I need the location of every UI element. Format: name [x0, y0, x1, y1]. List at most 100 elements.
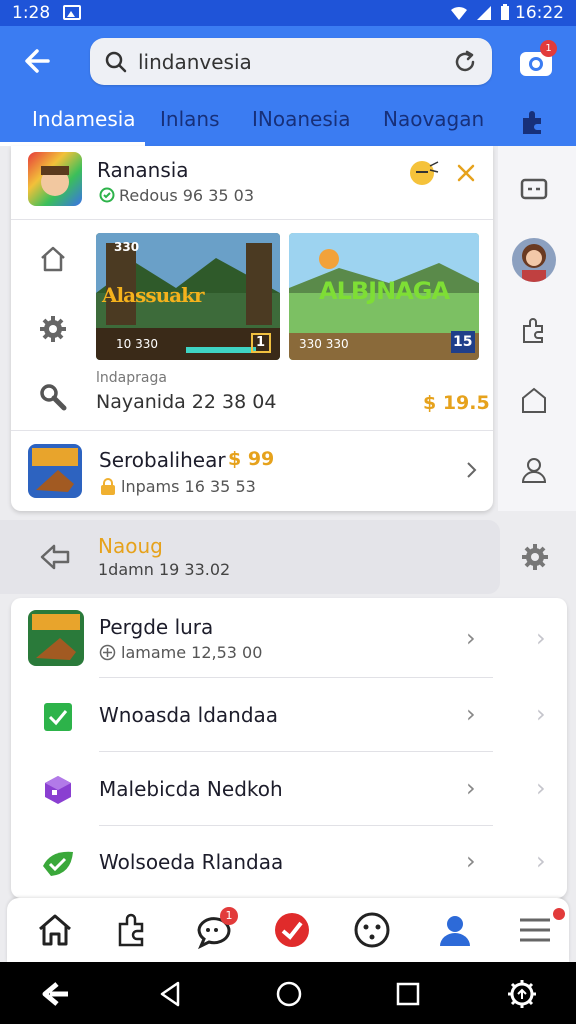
thumb2-title: ALBJNAGA: [319, 277, 450, 305]
chevron-right-icon: ›: [466, 847, 476, 875]
nav-back-triangle-icon[interactable]: [154, 978, 186, 1010]
gear-icon[interactable]: [38, 314, 68, 344]
lock-bag-icon: [101, 478, 115, 495]
ranansia-title: Ranansia: [97, 158, 189, 182]
settings-gear-icon[interactable]: [519, 541, 551, 573]
serobalihear-title: Serobalihear: [99, 448, 226, 472]
magnifier-icon[interactable]: [38, 382, 68, 412]
thumb1-top-counter: 330: [114, 240, 140, 254]
puzzle-icon[interactable]: [112, 910, 152, 950]
chat-badge: 1: [220, 907, 238, 925]
nav-recents-icon[interactable]: [392, 978, 424, 1010]
red-badge-icon[interactable]: [272, 910, 312, 950]
chevron-right-icon: ›: [536, 700, 546, 728]
system-nav: [0, 962, 576, 1024]
nav-settings-icon[interactable]: [506, 978, 538, 1010]
avatar-image: [512, 238, 556, 282]
thumb2-badge: 15: [453, 334, 473, 350]
check-icon: [44, 703, 72, 731]
avatar[interactable]: [512, 238, 556, 282]
profile-icon[interactable]: [435, 910, 475, 950]
plus-circle-icon: [99, 644, 116, 661]
separator: [11, 430, 493, 431]
home-outline-icon[interactable]: [38, 244, 68, 274]
search-icon: [105, 51, 127, 72]
back-button[interactable]: [22, 46, 58, 76]
mid-subtitle: 1damn 19 33.02: [98, 560, 231, 579]
nav-home-circle-icon[interactable]: [273, 978, 305, 1010]
chevron-right-icon: ›: [466, 624, 476, 652]
app-list: Pergde lura lamame 12,53 00 › › Wnoasda …: [11, 598, 567, 898]
battery-icon: [501, 4, 509, 20]
mid-title: Naoug: [98, 534, 163, 558]
chevron-right-icon: ›: [536, 847, 546, 875]
wifi-icon: [451, 6, 467, 20]
list-item[interactable]: Pergde lura lamame 12,53 00 › ›: [11, 598, 567, 678]
menu-icon[interactable]: [515, 910, 555, 950]
camera-badge: 1: [540, 40, 557, 57]
chat-bubble-icon[interactable]: [518, 174, 550, 206]
featured-card: Ranansia Redous 96 35 03 330 Alassuakr 1…: [11, 146, 493, 511]
serobalihear-app-icon[interactable]: [28, 444, 82, 498]
serobalihear-price: $ 99: [228, 448, 275, 470]
game-thumbnail-1[interactable]: 330 Alassuakr 10 330 1: [96, 233, 280, 360]
bottom-nav: 1: [7, 898, 569, 962]
signal-icon: [477, 5, 491, 20]
separator: [11, 219, 493, 220]
back-arrow-icon: [25, 49, 50, 73]
thumb1-counter: 10 330: [116, 337, 158, 351]
right-rail: [498, 146, 576, 511]
system-back-icon[interactable]: [40, 978, 72, 1010]
list-item[interactable]: Wolsoeda Rlandaa › ›: [11, 826, 567, 898]
chevron-right-icon: ›: [536, 774, 546, 802]
serobalihear-app-art: [28, 444, 82, 498]
game-thumbnail-2[interactable]: ALBJNAGA 330 330 15: [289, 233, 479, 360]
thumb2-counter: 330 330: [299, 337, 349, 351]
tab-naovagan[interactable]: Naovagan: [383, 107, 484, 131]
puzzle-tab-icon[interactable]: [519, 108, 547, 136]
refresh-icon[interactable]: [452, 49, 478, 75]
status-time-right: 16:22: [515, 3, 564, 23]
tab-indamesia[interactable]: Indamesia: [32, 107, 136, 131]
tab-inoanesia[interactable]: INoanesia: [252, 107, 351, 131]
pergde-app-art: [28, 610, 84, 666]
chevron-right-icon: ›: [536, 624, 546, 652]
share-arrow-icon: [40, 544, 70, 570]
emoji-badge-icon[interactable]: [408, 160, 440, 186]
featured-price: $ 19.5: [423, 392, 490, 414]
list-item[interactable]: Wnoasda ldandaa › ›: [11, 678, 567, 752]
house-outline-icon[interactable]: [518, 384, 550, 416]
serobalihear-subtitle: lnpams 16 35 53: [121, 477, 256, 496]
cube-icon: [45, 776, 71, 804]
person-outline-icon[interactable]: [518, 454, 550, 486]
list-item-title: Wolsoeda Rlandaa: [99, 850, 284, 874]
menu-badge-icon: [553, 908, 565, 920]
close-icon[interactable]: [457, 164, 475, 182]
chevron-right-icon[interactable]: [465, 461, 477, 479]
list-item[interactable]: Malebicda Nedkoh › ›: [11, 752, 567, 826]
puzzle-outline-icon[interactable]: [518, 314, 550, 346]
smiley-icon[interactable]: [352, 910, 392, 950]
ranansia-app-art: [28, 152, 82, 206]
small-label: lndapraga: [96, 370, 167, 386]
list-item-title: Malebicda Nedkoh: [99, 777, 283, 801]
chevron-right-icon: ›: [466, 774, 476, 802]
featured-line: Nayanida 22 38 04: [96, 391, 277, 413]
status-icons: [450, 4, 510, 21]
search-input[interactable]: [138, 49, 438, 74]
status-bar: 1:28 16:22: [0, 0, 576, 26]
tab-bar: Indamesia Inlans INoanesia Naovagan: [0, 104, 576, 146]
thumb1-badge: 1: [256, 335, 266, 350]
search-bar[interactable]: [90, 38, 492, 85]
chevron-right-icon: ›: [466, 700, 476, 728]
list-item-title: Wnoasda ldandaa: [99, 703, 279, 727]
app-header: 1 Indamesia Inlans INoanesia Naovagan: [0, 26, 576, 146]
image-notification-icon: [63, 5, 81, 20]
status-time: 1:28: [12, 3, 51, 23]
mid-section[interactable]: Naoug 1damn 19 33.02: [0, 520, 500, 594]
tab-inlans[interactable]: Inlans: [160, 107, 219, 131]
list-item-subtitle: lamame 12,53 00: [121, 643, 263, 662]
thumb1-title: Alassuakr: [102, 283, 204, 307]
ranansia-app-icon[interactable]: [28, 152, 82, 206]
home-icon[interactable]: [35, 910, 75, 950]
